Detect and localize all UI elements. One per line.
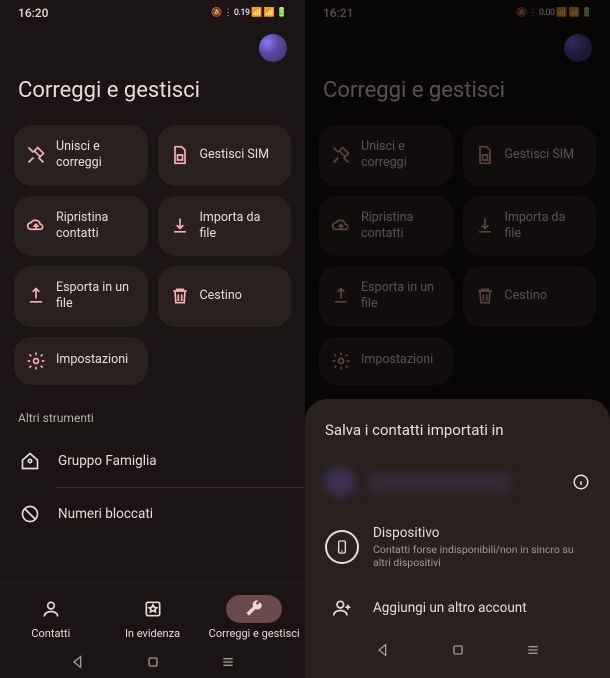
list-label: Numeri bloccati (58, 506, 153, 522)
list-label: Gruppo Famiglia (58, 453, 157, 469)
cloud-restore-icon (26, 216, 46, 236)
tile-label: Importa da file (200, 210, 261, 243)
person-add-icon (325, 598, 359, 618)
tiles-grid: Unisci e correggi Gestisci SIM Ripristin… (0, 125, 305, 385)
nav-label: Correggi e gestisci (209, 627, 300, 640)
tool-family-group[interactable]: Gruppo Famiglia (0, 435, 305, 487)
tile-label: Ripristina contatti (56, 210, 108, 243)
tile-import[interactable]: Importa da file (463, 196, 597, 257)
account-email-redacted (369, 475, 509, 489)
tile-restore[interactable]: Ripristina contatti (319, 196, 453, 257)
recents-button[interactable] (220, 654, 236, 670)
upload-icon (26, 286, 46, 306)
info-icon[interactable] (572, 473, 590, 491)
clock: 16:20 (18, 6, 48, 20)
tile-label: Impostazioni (361, 352, 433, 368)
home-button[interactable] (145, 654, 161, 670)
bottom-navigation: Contatti In evidenza Correggi e gestisci (0, 582, 305, 644)
tile-manage-sim[interactable]: Gestisci SIM (158, 125, 292, 186)
page-title: Correggi e gestisci (0, 68, 305, 125)
gear-icon (26, 351, 46, 371)
sim-icon (475, 145, 495, 165)
screen-right: 16:21 🔕 ⋮ 0.00 📶 📶 🔋 Correggi e gestisci… (305, 0, 610, 678)
back-button[interactable] (70, 654, 86, 670)
account-device[interactable]: Dispositivo Contatti forse indisponibili… (305, 511, 610, 584)
star-icon (143, 599, 163, 619)
download-icon (475, 216, 495, 236)
person-icon (41, 599, 61, 619)
tile-label: Unisci e correggi (361, 139, 407, 172)
avatar[interactable] (564, 34, 592, 62)
tile-label: Unisci e correggi (56, 139, 102, 172)
home-icon (20, 451, 40, 471)
sheet-title: Salva i contatti importati in (305, 421, 610, 453)
trash-icon (475, 286, 495, 306)
account-google[interactable] (305, 453, 610, 511)
tile-restore[interactable]: Ripristina contatti (14, 196, 148, 257)
tile-import[interactable]: Importa da file (158, 196, 292, 257)
status-icons: 🔕 ⋮ 0.00 📶 📶 🔋 (516, 8, 592, 18)
tile-label: Impostazioni (56, 352, 128, 368)
device-icon (325, 530, 359, 564)
tile-export[interactable]: Esporta in un file (14, 266, 148, 327)
tile-settings[interactable]: Impostazioni (14, 337, 148, 385)
wrench-icon (244, 599, 264, 619)
account-avatar-icon (325, 467, 355, 497)
tile-label: Ripristina contatti (361, 210, 413, 243)
tile-label: Cestino (505, 288, 547, 304)
tool-blocked-numbers[interactable]: Numeri bloccati (0, 488, 305, 540)
tile-label: Importa da file (505, 210, 566, 243)
account-primary: Dispositivo (373, 525, 590, 541)
page-title: Correggi e gestisci (305, 68, 610, 125)
tiles-grid: Unisci e correggi Gestisci SIM Ripristin… (305, 125, 610, 385)
gear-icon (331, 351, 351, 371)
tile-merge-fix[interactable]: Unisci e correggi (14, 125, 148, 186)
section-title: Altri strumenti (0, 385, 305, 435)
tile-label: Gestisci SIM (505, 147, 575, 163)
nav-contacts[interactable]: Contatti (0, 589, 102, 644)
nav-label: In evidenza (125, 627, 180, 640)
account-secondary: Contatti forse indisponibili/non in sinc… (373, 543, 590, 570)
avatar[interactable] (259, 34, 287, 62)
statusbar: 16:21 🔕 ⋮ 0.00 📶 📶 🔋 (305, 0, 610, 20)
bottom-sheet: Salva i contatti importati in Dispositiv… (305, 399, 610, 678)
tile-trash[interactable]: Cestino (158, 266, 292, 327)
tile-label: Cestino (200, 288, 242, 304)
back-button[interactable] (375, 642, 391, 658)
tile-label: Esporta in un file (56, 280, 129, 313)
system-navbar (0, 644, 305, 678)
cloud-restore-icon (331, 216, 351, 236)
tools-icon (26, 145, 46, 165)
clock: 16:21 (323, 6, 353, 20)
header-actions (305, 20, 610, 68)
tile-manage-sim[interactable]: Gestisci SIM (463, 125, 597, 186)
recents-button[interactable] (525, 642, 541, 658)
status-icons: 🔕 ⋮ 0.19 📶 📶 🔋 (211, 8, 287, 18)
tile-settings[interactable]: Impostazioni (319, 337, 453, 385)
tile-label: Gestisci SIM (200, 147, 270, 163)
tile-trash[interactable]: Cestino (463, 266, 597, 327)
upload-icon (331, 286, 351, 306)
block-icon (20, 504, 40, 524)
nav-label: Contatti (31, 627, 70, 640)
add-account[interactable]: Aggiungi un altro account (305, 584, 610, 632)
system-navbar (305, 632, 610, 666)
nav-fix-manage[interactable]: Correggi e gestisci (203, 589, 305, 644)
screen-left: 16:20 🔕 ⋮ 0.19 📶 📶 🔋 Correggi e gestisci… (0, 0, 305, 678)
tile-merge-fix[interactable]: Unisci e correggi (319, 125, 453, 186)
header-actions (0, 20, 305, 68)
trash-icon (170, 286, 190, 306)
home-button[interactable] (450, 642, 466, 658)
tile-export[interactable]: Esporta in un file (319, 266, 453, 327)
statusbar: 16:20 🔕 ⋮ 0.19 📶 📶 🔋 (0, 0, 305, 20)
sim-icon (170, 145, 190, 165)
download-icon (170, 216, 190, 236)
add-account-label: Aggiungi un altro account (373, 600, 527, 616)
tools-icon (331, 145, 351, 165)
nav-highlights[interactable]: In evidenza (102, 589, 204, 644)
tile-label: Esporta in un file (361, 280, 434, 313)
